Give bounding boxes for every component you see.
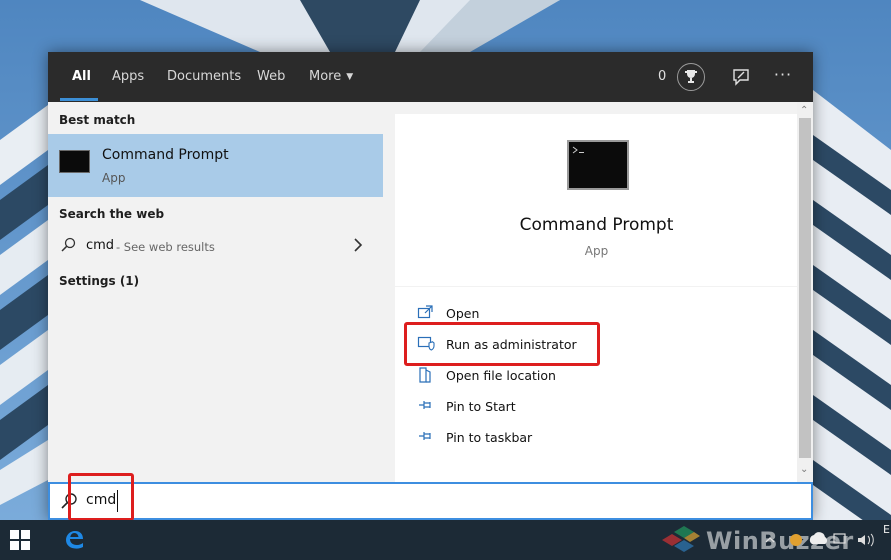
settings-heading[interactable]: Settings (1): [59, 274, 139, 288]
rewards-points-count: 0: [658, 69, 667, 84]
search-box[interactable]: cmd: [48, 482, 813, 520]
pin-icon: [417, 397, 435, 417]
search-text-highlight: [68, 473, 134, 521]
search-window: All Apps Documents Web More ▼ 0 ··· Best …: [48, 52, 813, 521]
active-tab-indicator: [60, 98, 98, 101]
best-match-title: Command Prompt: [102, 147, 229, 163]
tab-documents[interactable]: Documents: [167, 52, 241, 102]
action-pin-to-start[interactable]: Pin to Start: [395, 392, 798, 420]
search-icon: [60, 237, 76, 257]
system-tray[interactable]: [762, 528, 891, 552]
best-match-command-prompt[interactable]: Command Prompt App: [48, 134, 383, 197]
preview-subtitle: App: [584, 244, 609, 258]
edge-icon[interactable]: [62, 528, 88, 556]
more-options-icon[interactable]: ···: [771, 65, 795, 89]
preview-title: Command Prompt: [519, 215, 674, 235]
app-actions: Open Run as administrator Open file loca…: [395, 287, 798, 482]
command-prompt-icon: [59, 150, 90, 173]
results-list: Best match Command Prompt App Search the…: [48, 102, 383, 482]
tab-more[interactable]: More ▼: [309, 52, 353, 102]
taskbar: WinBuzzer E: [0, 520, 891, 560]
chevron-right-icon[interactable]: [353, 237, 363, 257]
app-preview-card: Command Prompt App: [395, 114, 798, 286]
search-filter-bar: All Apps Documents Web More ▼ 0 ···: [48, 52, 813, 102]
tab-all[interactable]: All: [72, 52, 91, 102]
feedback-icon[interactable]: [731, 67, 753, 89]
best-match-heading: Best match: [59, 113, 136, 127]
run-as-administrator-highlight: [404, 322, 600, 366]
pin-icon: [417, 428, 435, 448]
preview-scrollbar[interactable]: ⌃ ⌄: [797, 102, 813, 482]
search-the-web-heading: Search the web: [59, 207, 165, 221]
tray-text: E: [883, 523, 890, 536]
best-match-subtitle: App: [102, 171, 126, 185]
web-query: cmd: [86, 238, 115, 253]
web-search-result[interactable]: cmd - See web results: [48, 230, 383, 262]
scroll-up-icon[interactable]: ⌃: [800, 105, 808, 116]
tab-apps[interactable]: Apps: [112, 52, 144, 102]
open-icon: [417, 304, 435, 324]
scroll-down-icon[interactable]: ⌄: [800, 464, 808, 475]
action-pin-to-taskbar[interactable]: Pin to taskbar: [395, 423, 798, 451]
tab-web[interactable]: Web: [257, 52, 285, 102]
preview-pane: Command Prompt App Open Run as administr…: [395, 114, 798, 482]
command-prompt-icon: [567, 140, 629, 190]
caret-down-icon: ▼: [346, 72, 354, 82]
windows-start-icon[interactable]: [10, 530, 30, 554]
web-results-hint: - See web results: [116, 240, 215, 254]
scrollbar-thumb[interactable]: [799, 118, 811, 458]
trophy-icon[interactable]: [677, 63, 705, 91]
file-location-icon: [417, 366, 435, 388]
